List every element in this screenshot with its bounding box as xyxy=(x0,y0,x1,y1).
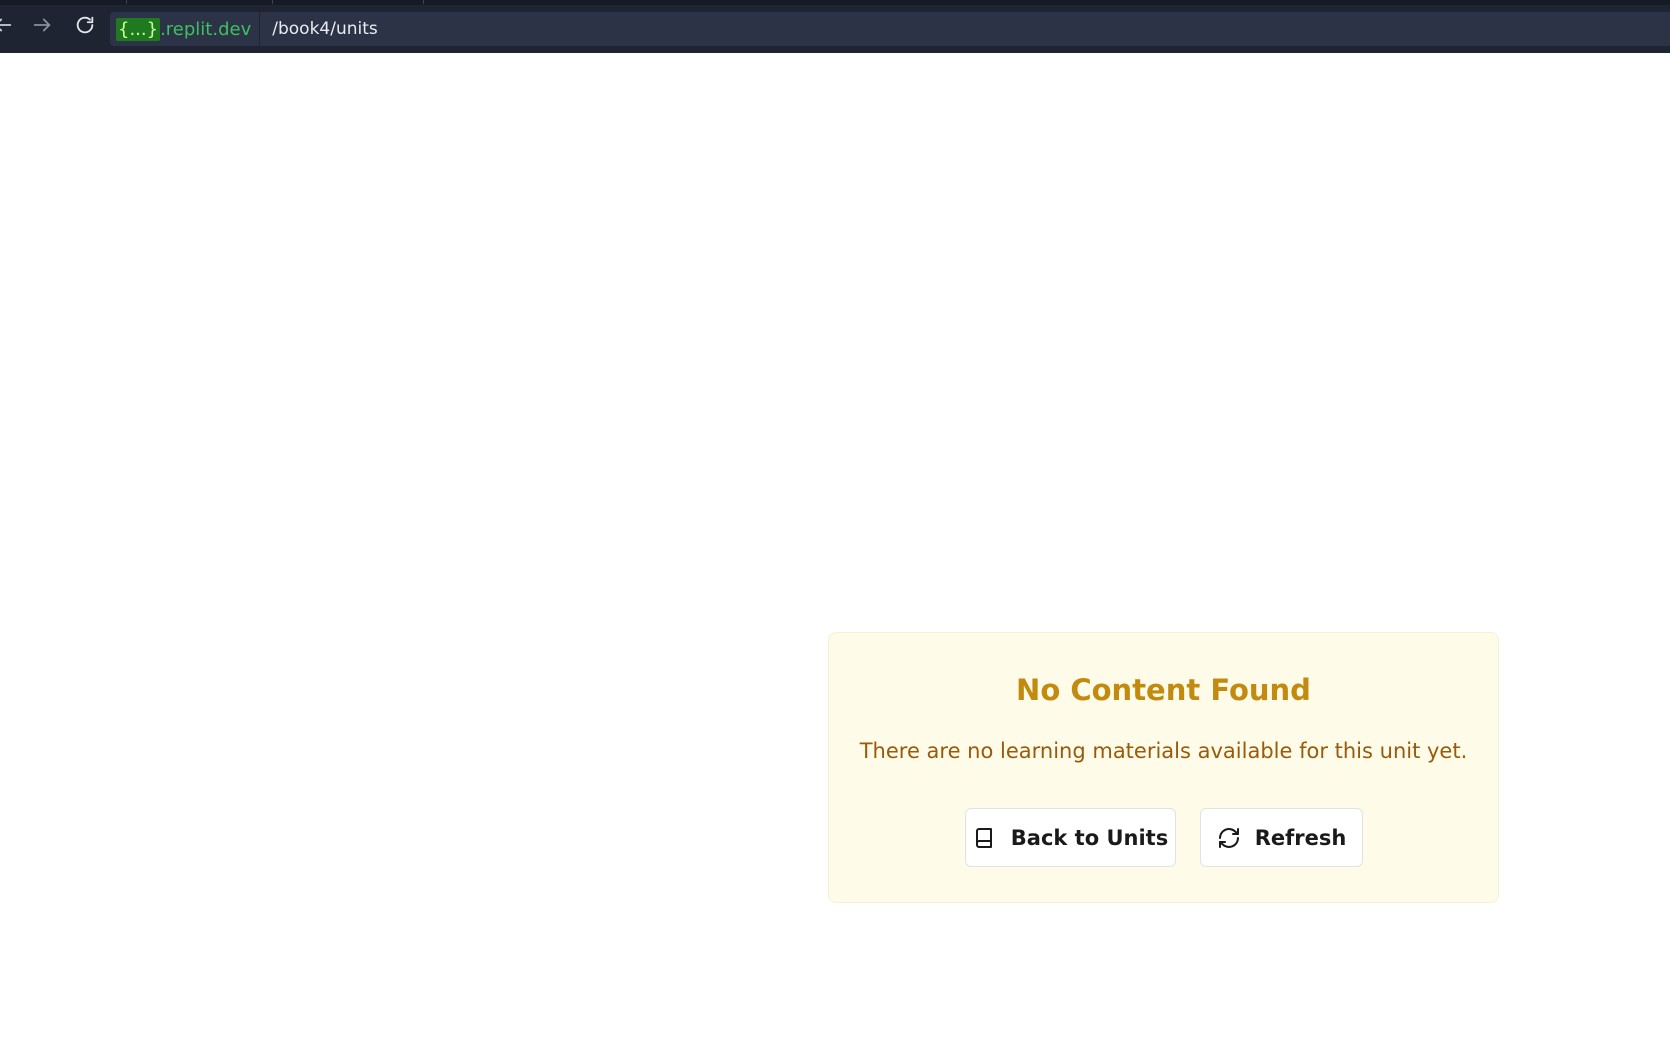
arrow-right-icon xyxy=(31,14,53,40)
tab-divider xyxy=(423,0,424,4)
url-path: /book4/units xyxy=(272,19,378,39)
tab-strip xyxy=(0,0,1670,5)
url-host-domain: .replit.dev xyxy=(160,18,252,40)
forward-nav-button[interactable] xyxy=(27,12,57,42)
book-icon xyxy=(973,826,997,850)
tab-divider xyxy=(272,0,273,4)
url-host: {...} .replit.dev xyxy=(110,12,261,46)
no-content-card: No Content Found There are no learning m… xyxy=(828,632,1499,903)
back-to-units-label: Back to Units xyxy=(1010,825,1169,850)
reload-icon xyxy=(74,14,96,40)
notice-message: There are no learning materials availabl… xyxy=(859,739,1468,763)
refresh-label: Refresh xyxy=(1254,825,1347,850)
refresh-button[interactable]: Refresh xyxy=(1200,808,1363,867)
back-to-units-button[interactable]: Back to Units xyxy=(965,808,1176,867)
back-nav-button[interactable] xyxy=(0,12,18,42)
reload-button[interactable] xyxy=(70,12,100,42)
refresh-icon xyxy=(1217,826,1241,850)
address-bar[interactable]: {...} .replit.dev /book4/units xyxy=(110,12,1670,46)
tab-divider xyxy=(126,0,127,4)
notice-title: No Content Found xyxy=(1016,673,1311,707)
arrow-left-icon xyxy=(0,14,14,40)
browser-toolbar: {...} .replit.dev /book4/units xyxy=(0,0,1670,53)
url-host-braces: {...} xyxy=(116,17,161,41)
